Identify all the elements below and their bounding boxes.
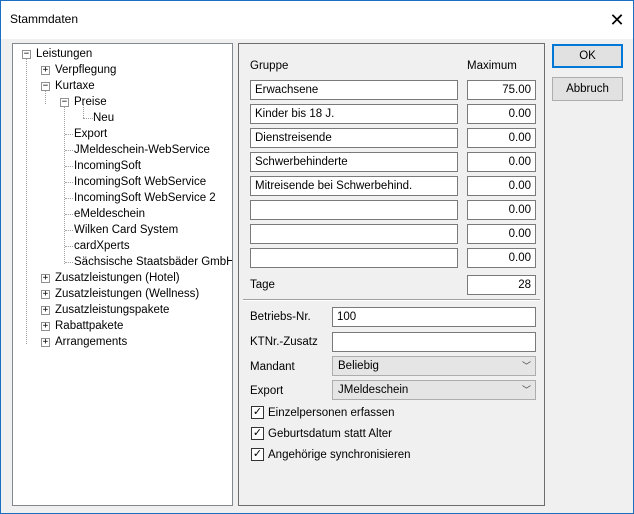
tree-node-incomingsoft-webservice-2[interactable]: IncomingSoft WebService 2 (74, 191, 216, 206)
gruppe-field[interactable] (250, 248, 458, 268)
gruppe-field[interactable] (250, 152, 458, 172)
export-value: JMeldeschein (338, 384, 409, 396)
tree-node-leistungen[interactable]: Leistungen (36, 47, 92, 62)
gruppe-field[interactable] (250, 224, 458, 244)
tree-connector (65, 150, 73, 151)
betriebs-nr-label: Betriebs-Nr. (250, 311, 311, 323)
expand-icon[interactable]: + (41, 290, 50, 299)
tree-node-saechsische-staatsbaeder[interactable]: Sächsische Staatsbäder GmbH (74, 255, 232, 270)
gruppe-field[interactable] (250, 80, 458, 100)
checkbox-check-icon: ✓ (251, 427, 264, 440)
tree-connector (65, 246, 73, 247)
column-header-gruppe: Gruppe (250, 60, 289, 72)
tree-node-incomingsoft[interactable]: IncomingSoft (74, 159, 141, 174)
ktnr-zusatz-label: KTNr.-Zusatz (250, 336, 318, 348)
export-label: Export (250, 385, 284, 397)
tree-connector (65, 182, 73, 183)
checkbox-check-icon: ✓ (251, 448, 264, 461)
export-dropdown[interactable]: JMeldeschein ﹀ (332, 380, 536, 400)
expand-icon[interactable]: + (41, 338, 50, 347)
einzelpersonen-checkbox[interactable]: ✓ Einzelpersonen erfassen (251, 406, 451, 422)
tree-connector (26, 56, 27, 344)
tage-label: Tage (250, 279, 275, 291)
collapse-icon[interactable]: − (41, 82, 50, 91)
tree-node-zusatzleistungen-hotel[interactable]: Zusatzleistungen (Hotel) (55, 271, 180, 286)
tree-node-emeldeschein[interactable]: eMeldeschein (74, 207, 145, 222)
angehoerige-checkbox[interactable]: ✓ Angehörige synchronisieren (251, 448, 451, 464)
maximum-field[interactable] (467, 200, 536, 220)
gruppe-field[interactable] (250, 200, 458, 220)
tree-connector (65, 134, 73, 135)
window-title: Stammdaten (10, 12, 79, 26)
chevron-down-icon: ﹀ (521, 361, 531, 371)
expand-icon[interactable]: + (41, 274, 50, 283)
expand-icon[interactable]: + (41, 322, 50, 331)
tree-connector (83, 118, 93, 119)
tree-node-zusatzleistungen-wellness[interactable]: Zusatzleistungen (Wellness) (55, 287, 199, 302)
tree-connector (64, 104, 65, 264)
mandant-value: Beliebig (338, 360, 379, 372)
tree-connector (65, 262, 73, 263)
close-icon[interactable]: ✕ (603, 7, 631, 33)
tree-node-cardxperts[interactable]: cardXperts (74, 239, 130, 254)
tree-connector (65, 166, 73, 167)
betriebs-nr-field[interactable] (332, 307, 536, 327)
mandant-dropdown[interactable]: Beliebig ﹀ (332, 356, 536, 376)
tree-connector (65, 230, 73, 231)
dialog-window: Stammdaten ✕ − Leistungen + Verpflegung … (0, 0, 634, 514)
checkbox-label: Geburtsdatum statt Alter (268, 428, 393, 440)
tree-node-incomingsoft-webservice[interactable]: IncomingSoft WebService (74, 175, 206, 190)
tree-connector (65, 214, 73, 215)
geburtsdatum-checkbox[interactable]: ✓ Geburtsdatum statt Alter (251, 427, 451, 443)
tree-node-preise[interactable]: Preise (74, 95, 107, 110)
gruppe-field[interactable] (250, 128, 458, 148)
tree-node-neu[interactable]: Neu (93, 111, 114, 126)
tree-node-export[interactable]: Export (74, 127, 107, 142)
collapse-icon[interactable]: − (60, 98, 69, 107)
tree-node-verpflegung[interactable]: Verpflegung (55, 63, 116, 78)
ok-button[interactable]: OK (552, 44, 623, 68)
tage-field[interactable] (467, 275, 536, 295)
maximum-field[interactable] (467, 176, 536, 196)
checkbox-label: Angehörige synchronisieren (268, 449, 411, 461)
tree-view[interactable]: − Leistungen + Verpflegung − Kurtaxe − P… (12, 43, 233, 506)
collapse-icon[interactable]: − (22, 50, 31, 59)
expand-icon[interactable]: + (41, 306, 50, 315)
maximum-field[interactable] (467, 152, 536, 172)
gruppe-field[interactable] (250, 104, 458, 124)
cancel-button[interactable]: Abbruch (552, 77, 623, 101)
maximum-field[interactable] (467, 104, 536, 124)
column-header-maximum: Maximum (467, 60, 517, 72)
mandant-label: Mandant (250, 361, 295, 373)
maximum-field[interactable] (467, 128, 536, 148)
details-panel: Gruppe Maximum Tage Betriebs-Nr. KTNr.-Z… (238, 43, 545, 506)
separator (243, 299, 540, 301)
maximum-field[interactable] (467, 248, 536, 268)
tree-node-arrangements[interactable]: Arrangements (55, 335, 127, 350)
gruppe-field[interactable] (250, 176, 458, 196)
tree-connector (65, 198, 73, 199)
checkbox-check-icon: ✓ (251, 406, 264, 419)
tree-node-jmeldeschein-webservice[interactable]: JMeldeschein-WebService (74, 143, 210, 158)
expand-icon[interactable]: + (41, 66, 50, 75)
maximum-field[interactable] (467, 224, 536, 244)
chevron-down-icon: ﹀ (521, 385, 531, 395)
maximum-field[interactable] (467, 80, 536, 100)
checkbox-label: Einzelpersonen erfassen (268, 407, 395, 419)
title-bar: Stammdaten ✕ (1, 1, 633, 39)
tree-node-zusatzleistungspakete[interactable]: Zusatzleistungspakete (55, 303, 169, 318)
tree-node-wilken-card-system[interactable]: Wilken Card System (74, 223, 178, 238)
tree-node-rabattpakete[interactable]: Rabattpakete (55, 319, 123, 334)
tree-node-kurtaxe[interactable]: Kurtaxe (55, 79, 95, 94)
ktnr-zusatz-field[interactable] (332, 332, 536, 352)
